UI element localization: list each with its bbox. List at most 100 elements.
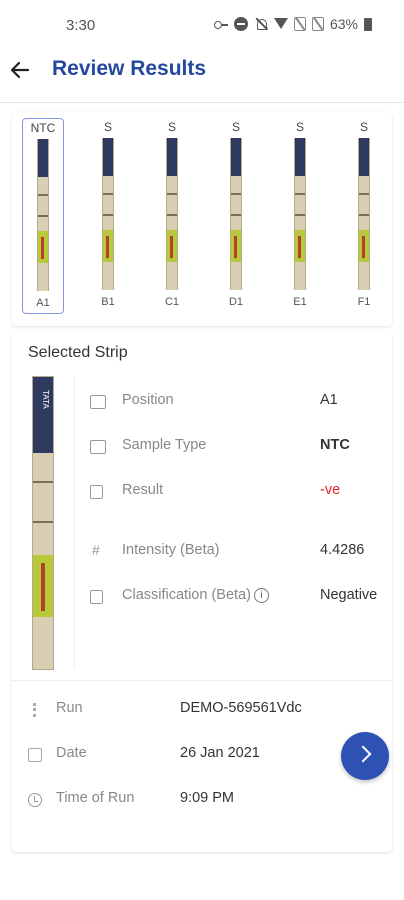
chevron-right-icon: [354, 745, 372, 763]
time-row: Time of Run 9:09 PM: [28, 790, 368, 814]
strip-arrow: [362, 236, 365, 258]
hash-icon: #: [92, 542, 100, 558]
status-icons: 63%: [213, 16, 372, 32]
sample-type-label: Sample Type: [122, 437, 207, 453]
strip-line1: [231, 193, 241, 195]
strip-line1: [167, 193, 177, 195]
strip-cap: [295, 138, 305, 176]
status-time: 3:30: [66, 17, 96, 34]
strip-item-c1[interactable]: S C1: [151, 118, 193, 314]
classification-label: Classification (Beta) i: [122, 587, 269, 603]
detail-row-result: Result -ve: [90, 482, 390, 506]
classification-value: Negative: [320, 587, 378, 603]
info-icon[interactable]: i: [253, 588, 269, 603]
strip-line2: [103, 214, 113, 216]
date-label: Date: [56, 745, 87, 761]
strip-line2: [231, 214, 241, 216]
strip-position: F1: [357, 296, 371, 308]
no-sim-icon: [293, 17, 306, 31]
bell-off-icon: [254, 17, 268, 31]
position-value: A1: [320, 392, 338, 408]
strip-cap: [38, 139, 48, 177]
run-row: Run DEMO-569561Vdc: [28, 700, 368, 724]
strip-line1: [38, 194, 48, 196]
horizontal-divider: [12, 680, 392, 681]
strip-line2: [359, 214, 369, 216]
date-value: 26 Jan 2021: [180, 745, 260, 761]
next-button[interactable]: [341, 732, 389, 780]
strip-arrow: [234, 236, 237, 258]
detail-row-sample-type: Sample Type NTC: [90, 437, 390, 461]
vertical-divider: [74, 376, 75, 668]
strip-arrow: [298, 236, 301, 258]
strip-line1: [359, 193, 369, 195]
strip-line2: [38, 215, 48, 217]
position-icon: [90, 395, 106, 409]
wifi-icon: [273, 17, 288, 31]
battery-icon: [364, 17, 372, 31]
selected-strip-image: TATA: [32, 376, 54, 670]
status-bar: 3:30 63%: [0, 0, 404, 52]
strip-item-d1[interactable]: S D1: [215, 118, 257, 314]
position-label: Position: [122, 392, 174, 408]
arrow-left-icon[interactable]: [8, 58, 32, 82]
strip-position: C1: [164, 296, 180, 308]
strip-sample-type: S: [103, 120, 112, 134]
strip-sample-type: S: [231, 120, 240, 134]
strip-position: E1: [293, 296, 307, 308]
strip-item-f1[interactable]: S F1: [343, 118, 385, 314]
strip-position: B1: [101, 296, 115, 308]
strip-item-a1[interactable]: NTC A1: [22, 118, 64, 314]
strip-position: D1: [228, 296, 244, 308]
key-icon: [213, 17, 228, 31]
app-bar: Review Results: [0, 52, 404, 102]
run-icon: [28, 703, 42, 717]
strip-thumbnail: [294, 138, 306, 290]
strip-line: [33, 481, 53, 483]
no-sim-icon: [311, 17, 324, 31]
strip-arrow: [41, 237, 44, 259]
strip-thumbnail: [166, 138, 178, 290]
strip-line1: [295, 193, 305, 195]
strip-cap: TATA: [33, 377, 53, 453]
result-icon: [90, 485, 103, 499]
sample-type-icon: [90, 440, 106, 454]
strip-arrow: [106, 236, 109, 258]
strip-sample-type: S: [359, 120, 368, 134]
run-value: DEMO-569561Vdc: [180, 700, 302, 716]
clock-icon: [28, 793, 42, 807]
time-label: Time of Run: [56, 790, 135, 806]
strip-line1: [103, 193, 113, 195]
calendar-icon: [28, 748, 42, 762]
strip-brand-label: TATA: [41, 389, 50, 409]
sample-type-value: NTC: [320, 437, 350, 453]
result-label: Result: [122, 482, 164, 498]
strip-arrow: [41, 563, 45, 611]
strip-carousel: NTC A1 S B1 S C1 S D1 S E1 S F1: [12, 112, 392, 326]
strip-sample-type: NTC: [30, 121, 56, 135]
strip-line2: [167, 214, 177, 216]
detail-row-intensity: # Intensity (Beta) 4.4286: [90, 542, 390, 566]
selected-strip-title: Selected Strip: [28, 344, 128, 361]
strip-cap: [231, 138, 241, 176]
selected-strip-card: Selected Strip TATA Position A1 Sample T…: [12, 332, 392, 852]
strip-item-e1[interactable]: S E1: [279, 118, 321, 314]
strip-cap: [167, 138, 177, 176]
detail-row-position: Position A1: [90, 392, 390, 416]
run-label: Run: [56, 700, 83, 716]
strip-thumbnail: [37, 139, 49, 291]
classification-label-text: Classification (Beta): [122, 587, 251, 603]
detail-row-classification: Classification (Beta) i Negative: [90, 587, 390, 611]
time-value: 9:09 PM: [180, 790, 234, 806]
strip-line: [33, 521, 53, 523]
battery-percent: 63%: [329, 16, 358, 32]
intensity-value: 4.4286: [320, 542, 365, 558]
strip-item-b1[interactable]: S B1: [87, 118, 129, 314]
strip-thumbnail: [102, 138, 114, 290]
strip-arrow: [170, 236, 173, 258]
date-row: Date 26 Jan 2021: [28, 745, 368, 769]
strip-sample-type: S: [295, 120, 304, 134]
divider: [0, 102, 404, 103]
strip-cap: [103, 138, 113, 176]
dnd-icon: [233, 17, 248, 31]
